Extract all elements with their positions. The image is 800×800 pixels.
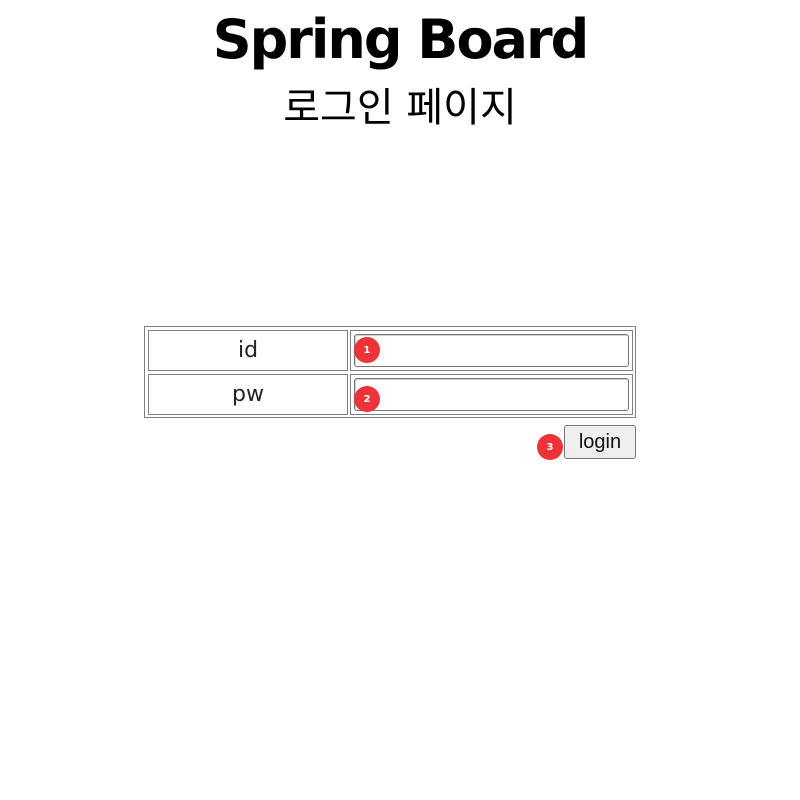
app-title: Spring Board <box>212 8 590 71</box>
annotation-badge-3: 3 <box>537 434 563 460</box>
login-page: Spring Board 로그인 페이지 id pw login 1 2 3 <box>0 0 800 800</box>
login-button[interactable]: login <box>564 425 636 459</box>
annotation-badge-2: 2 <box>354 386 380 412</box>
annotation-badge-1: 1 <box>354 337 380 363</box>
pw-label: pw <box>148 374 348 415</box>
page-heading: 로그인 페이지 <box>283 85 517 131</box>
pw-input[interactable] <box>354 378 629 411</box>
pw-input-cell <box>350 374 633 415</box>
id-input[interactable] <box>354 334 629 367</box>
id-input-cell <box>350 330 633 371</box>
login-form-table: id pw <box>144 326 636 418</box>
id-label: id <box>148 330 348 371</box>
